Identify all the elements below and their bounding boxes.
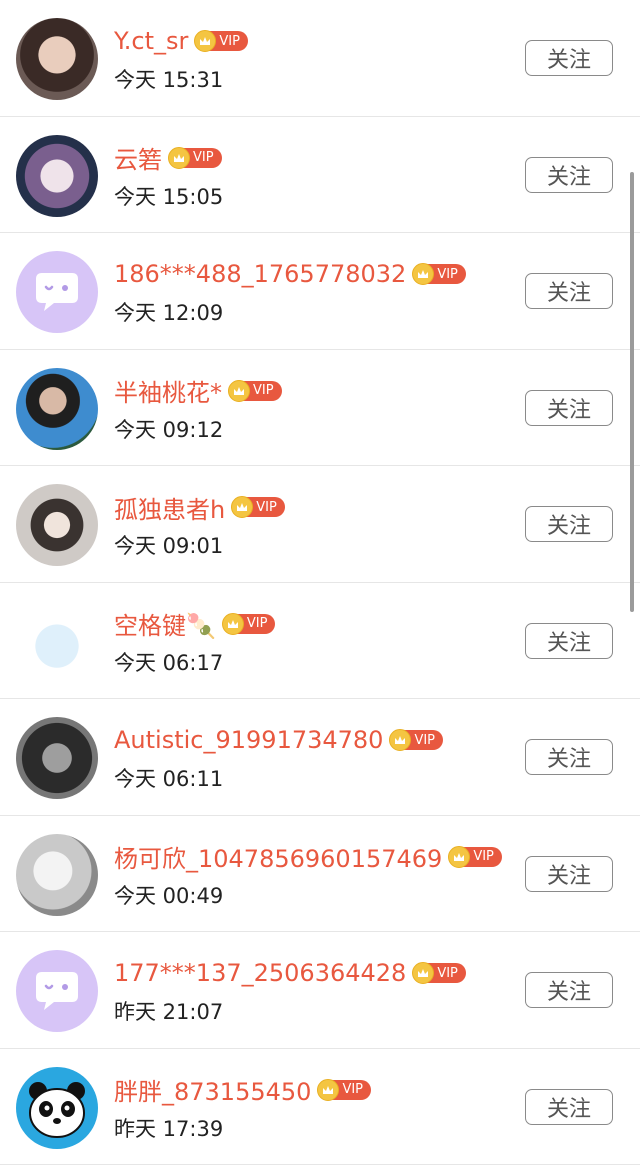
crown-icon: [317, 1079, 339, 1101]
timestamp: 今天 09:12: [114, 414, 223, 444]
timestamp: 昨天 17:39: [114, 1113, 223, 1143]
username[interactable]: 胖胖_873155450: [114, 1072, 311, 1107]
crown-icon: [448, 846, 470, 868]
username[interactable]: 云箬: [114, 140, 162, 175]
list-item[interactable]: 空格键🍡 VIP 今天 06:17 关注: [0, 583, 640, 700]
chat-bubble-icon: [16, 251, 98, 333]
crown-icon: [412, 962, 434, 984]
username[interactable]: 186***488_1765778032: [114, 260, 406, 288]
timestamp: 今天 00:49: [114, 880, 223, 910]
timestamp: 今天 06:17: [114, 647, 223, 677]
avatar[interactable]: [16, 601, 98, 683]
avatar[interactable]: [16, 251, 98, 333]
name-line: 空格键🍡 VIP: [114, 607, 275, 641]
vip-badge: VIP: [196, 31, 248, 51]
follow-button[interactable]: 关注: [525, 390, 613, 426]
list-item[interactable]: 半袖桃花* VIP 今天 09:12 关注: [0, 350, 640, 467]
list-item[interactable]: 杨可欣_1047856960157469 VIP 今天 00:49 关注: [0, 816, 640, 933]
username[interactable]: Autistic_91991734780: [114, 726, 383, 754]
follow-button[interactable]: 关注: [525, 157, 613, 193]
vip-badge: VIP: [233, 497, 285, 517]
avatar[interactable]: [16, 834, 98, 916]
name-line: 186***488_1765778032 VIP: [114, 257, 466, 291]
crown-icon: [222, 613, 244, 635]
vip-label: VIP: [473, 849, 494, 864]
avatar[interactable]: [16, 484, 98, 566]
list-item[interactable]: 186***488_1765778032 VIP 今天 12:09 关注: [0, 233, 640, 350]
vip-label: VIP: [219, 34, 240, 49]
timestamp: 今天 06:11: [114, 763, 223, 793]
crown-icon: [228, 380, 250, 402]
vip-label: VIP: [253, 383, 274, 398]
vip-badge: VIP: [230, 381, 282, 401]
username[interactable]: 空格键🍡: [114, 606, 216, 641]
follow-button[interactable]: 关注: [525, 40, 613, 76]
username[interactable]: 半袖桃花*: [114, 373, 222, 408]
username[interactable]: 孤独患者h: [114, 490, 225, 525]
name-line: 177***137_2506364428 VIP: [114, 956, 466, 990]
avatar[interactable]: [16, 18, 98, 100]
timestamp: 今天 15:05: [114, 181, 223, 211]
name-line: Y.ct_sr VIP: [114, 24, 248, 58]
vip-label: VIP: [247, 616, 268, 631]
vip-label: VIP: [414, 733, 435, 748]
avatar[interactable]: [16, 135, 98, 217]
timestamp: 昨天 21:07: [114, 996, 223, 1026]
name-line: 孤独患者h VIP: [114, 490, 285, 524]
vip-label: VIP: [437, 267, 458, 282]
follow-button[interactable]: 关注: [525, 972, 613, 1008]
crown-icon: [168, 147, 190, 169]
vip-badge: VIP: [414, 963, 466, 983]
timestamp: 今天 12:09: [114, 297, 223, 327]
avatar[interactable]: [16, 1067, 98, 1149]
avatar[interactable]: [16, 950, 98, 1032]
vip-badge: VIP: [450, 847, 502, 867]
list-item[interactable]: 云箬 VIP 今天 15:05 关注: [0, 117, 640, 234]
crown-icon: [412, 263, 434, 285]
crown-icon: [194, 30, 216, 52]
follow-button[interactable]: 关注: [525, 506, 613, 542]
name-line: 半袖桃花* VIP: [114, 374, 282, 408]
list-item[interactable]: 孤独患者h VIP 今天 09:01 关注: [0, 466, 640, 583]
follow-button[interactable]: 关注: [525, 739, 613, 775]
follow-button[interactable]: 关注: [525, 273, 613, 309]
vip-badge: VIP: [224, 614, 276, 634]
panda-icon: [16, 1067, 98, 1149]
vip-label: VIP: [342, 1082, 363, 1097]
list-item[interactable]: Y.ct_sr VIP 今天 15:31 关注: [0, 0, 640, 117]
name-line: 胖胖_873155450 VIP: [114, 1073, 371, 1107]
follow-button[interactable]: 关注: [525, 856, 613, 892]
vip-label: VIP: [256, 500, 277, 515]
username[interactable]: 杨可欣_1047856960157469: [114, 839, 442, 874]
name-line: 云箬 VIP: [114, 141, 222, 175]
timestamp: 今天 15:31: [114, 64, 223, 94]
list-item[interactable]: Autistic_91991734780 VIP 今天 06:11 关注: [0, 699, 640, 816]
follow-button[interactable]: 关注: [525, 623, 613, 659]
vip-badge: VIP: [414, 264, 466, 284]
timestamp: 今天 09:01: [114, 530, 223, 560]
vip-badge: VIP: [391, 730, 443, 750]
follower-list: Y.ct_sr VIP 今天 15:31 关注 云箬 VIP 今天 15:05 …: [0, 0, 640, 1165]
username[interactable]: Y.ct_sr: [114, 27, 188, 55]
username[interactable]: 177***137_2506364428: [114, 959, 406, 987]
chat-bubble-icon: [16, 950, 98, 1032]
follow-button[interactable]: 关注: [525, 1089, 613, 1125]
vip-label: VIP: [437, 966, 458, 981]
crown-icon: [389, 729, 411, 751]
list-item[interactable]: 胖胖_873155450 VIP 昨天 17:39 关注: [0, 1049, 640, 1165]
crown-icon: [231, 496, 253, 518]
list-item[interactable]: 177***137_2506364428 VIP 昨天 21:07 关注: [0, 932, 640, 1049]
vip-label: VIP: [193, 150, 214, 165]
avatar[interactable]: [16, 717, 98, 799]
avatar[interactable]: [16, 368, 98, 450]
name-line: 杨可欣_1047856960157469 VIP: [114, 840, 502, 874]
vip-badge: VIP: [170, 148, 222, 168]
scrollbar[interactable]: [630, 172, 634, 612]
name-line: Autistic_91991734780 VIP: [114, 723, 443, 757]
vip-badge: VIP: [319, 1080, 371, 1100]
